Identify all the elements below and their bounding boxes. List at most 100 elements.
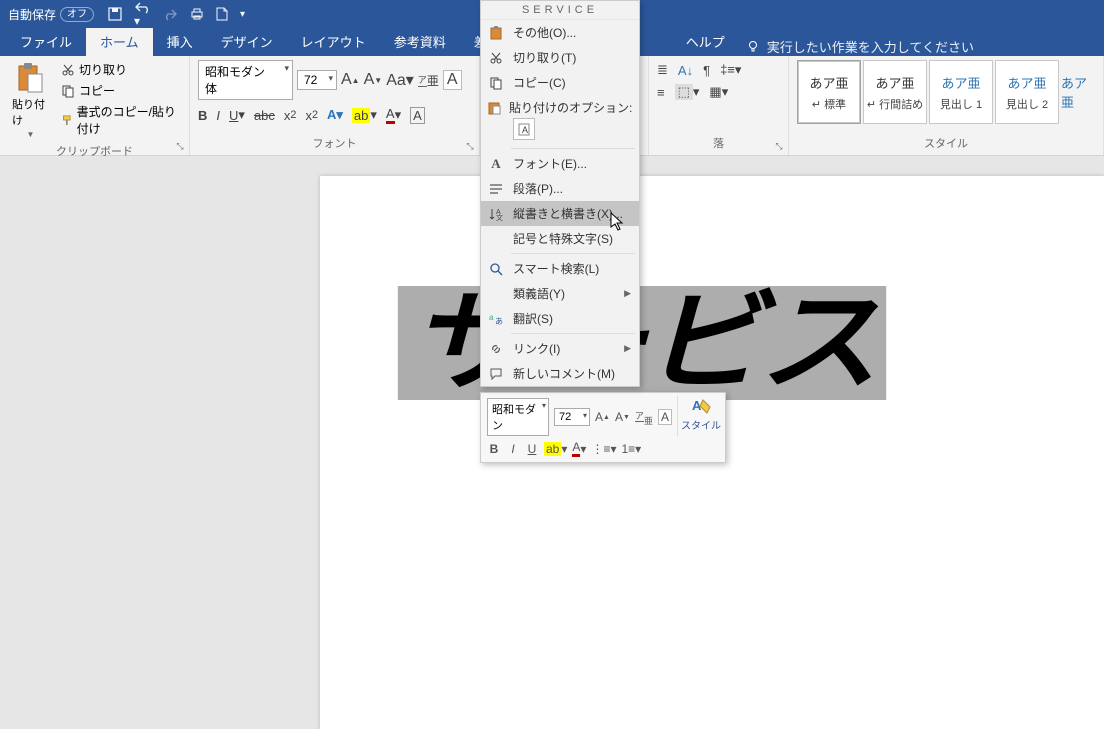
paragraph-group-label: 落 bbox=[657, 133, 780, 153]
cm-font[interactable]: A フォント(E)... bbox=[481, 151, 639, 176]
mini-italic[interactable]: I bbox=[506, 442, 520, 456]
tab-home[interactable]: ホーム bbox=[86, 27, 153, 56]
autosave-toggle[interactable]: オフ bbox=[60, 7, 94, 22]
paste-keep-source-icon[interactable]: A bbox=[513, 118, 535, 140]
italic-button[interactable]: I bbox=[216, 108, 220, 123]
quick-access-toolbar: ▾ ▾ bbox=[108, 0, 245, 28]
style-no-spacing[interactable]: あア亜 ↵ 行間詰め bbox=[863, 60, 927, 124]
tab-insert[interactable]: 挿入 bbox=[153, 27, 207, 56]
brush-icon bbox=[61, 113, 73, 127]
cm-paragraph[interactable]: 段落(P)... bbox=[481, 176, 639, 201]
mini-underline[interactable]: U bbox=[525, 442, 539, 456]
save-icon[interactable] bbox=[108, 7, 122, 21]
font-name-combo[interactable]: 昭和モダン体 bbox=[198, 60, 293, 100]
mini-grow-font[interactable]: A▲ bbox=[595, 410, 610, 424]
borders-button[interactable]: ▦▾ bbox=[709, 84, 728, 100]
qat-customize-icon[interactable]: ▾ bbox=[240, 9, 245, 20]
cm-translate-label: 翻訳(S) bbox=[513, 310, 631, 327]
sort-button[interactable]: A↓ bbox=[678, 63, 693, 78]
align-distributed-button[interactable]: ≣ bbox=[657, 62, 668, 78]
copy-button[interactable]: コピー bbox=[59, 81, 181, 100]
mini-shrink-font[interactable]: A▼ bbox=[615, 410, 630, 424]
bold-button[interactable]: B bbox=[198, 108, 207, 123]
tab-layout[interactable]: レイアウト bbox=[287, 27, 380, 56]
font-size-combo[interactable]: 72 bbox=[297, 70, 337, 90]
mini-numbering[interactable]: 1≡▾ bbox=[621, 442, 641, 456]
grow-font-button[interactable]: A▲ bbox=[341, 71, 360, 89]
strikethrough-button[interactable]: abc bbox=[254, 108, 275, 123]
translate-icon: aあ bbox=[487, 311, 505, 327]
scissors-icon bbox=[487, 50, 505, 66]
clipboard-dialog-launcher[interactable]: ⤡ bbox=[173, 139, 187, 153]
mini-clear-format[interactable]: A bbox=[658, 409, 672, 425]
group-styles: あア亜 ↵ 標準 あア亜 ↵ 行間詰め あア亜 見出し 1 あア亜 見出し 2 … bbox=[789, 56, 1104, 155]
cm-other[interactable]: その他(O)... bbox=[481, 20, 639, 45]
undo-icon[interactable]: ▾ bbox=[134, 0, 152, 28]
mini-bold[interactable]: B bbox=[487, 442, 501, 456]
mini-bullets[interactable]: ⋮≡▾ bbox=[591, 442, 616, 456]
cm-smart-lookup[interactable]: スマート検索(L) bbox=[481, 256, 639, 281]
format-painter-label: 書式のコピー/貼り付け bbox=[77, 103, 179, 137]
shading-button[interactable]: ⬚▾ bbox=[675, 84, 700, 100]
shrink-font-button[interactable]: A▼ bbox=[364, 71, 383, 89]
mini-highlight[interactable]: ab▾ bbox=[544, 442, 567, 456]
paste-icon bbox=[487, 100, 501, 116]
cm-synonyms[interactable]: 類義語(Y) ▶ bbox=[481, 281, 639, 306]
cut-button[interactable]: 切り取り bbox=[59, 60, 181, 79]
selected-text[interactable]: サービス bbox=[398, 286, 886, 400]
tab-file[interactable]: ファイル bbox=[6, 27, 86, 56]
submenu-arrow-icon: ▶ bbox=[624, 288, 631, 299]
mini-phonetic[interactable]: ア亜 bbox=[635, 408, 653, 426]
tell-me-search[interactable]: 実行したい作業を入力してください bbox=[747, 37, 974, 56]
mini-font-color[interactable]: A▾ bbox=[572, 440, 586, 457]
clear-formatting-button[interactable]: A bbox=[443, 70, 462, 90]
mini-font-combo[interactable]: 昭和モダン bbox=[487, 398, 549, 436]
cm-cut[interactable]: 切り取り(T) bbox=[481, 45, 639, 70]
tab-design[interactable]: デザイン bbox=[207, 27, 287, 56]
tab-references[interactable]: 参考資料 bbox=[380, 27, 460, 56]
line-spacing-button[interactable]: ‡≡▾ bbox=[720, 62, 741, 78]
change-case-button[interactable]: Aa▾ bbox=[386, 70, 414, 90]
cm-new-comment[interactable]: 新しいコメント(M) bbox=[481, 361, 639, 386]
paragraph-dialog-launcher[interactable]: ⤡ bbox=[772, 139, 786, 153]
print-icon[interactable] bbox=[190, 7, 204, 21]
align-right-button[interactable]: ≡ bbox=[657, 85, 665, 100]
cm-translate[interactable]: aあ 翻訳(S) bbox=[481, 306, 639, 331]
show-marks-button[interactable]: ¶ bbox=[703, 63, 710, 78]
cm-other-label: その他(O)... bbox=[513, 24, 631, 41]
phonetic-guide-button[interactable]: ア亜 bbox=[418, 71, 439, 89]
superscript-button[interactable]: x2 bbox=[305, 108, 318, 123]
subscript-button[interactable]: x2 bbox=[284, 108, 297, 123]
cm-header: SERVICE bbox=[481, 1, 639, 20]
text-effects-button[interactable]: A▾ bbox=[327, 107, 343, 123]
style-heading2[interactable]: あア亜 見出し 2 bbox=[995, 60, 1059, 124]
underline-button[interactable]: U▾ bbox=[229, 107, 245, 123]
style-heading1[interactable]: あア亜 見出し 1 bbox=[929, 60, 993, 124]
highlight-button[interactable]: ab▾ bbox=[352, 107, 377, 123]
cm-paste-options-row: A bbox=[481, 116, 639, 146]
style-preview: あア亜 bbox=[875, 73, 914, 92]
enclose-char-button[interactable]: A bbox=[410, 107, 425, 124]
cm-link[interactable]: リンク(I) ▶ bbox=[481, 336, 639, 361]
mini-size-combo[interactable]: 72 bbox=[554, 408, 590, 426]
cm-smart-lookup-label: スマート検索(L) bbox=[513, 260, 631, 277]
svg-text:A: A bbox=[522, 125, 528, 135]
format-painter-button[interactable]: 書式のコピー/貼り付け bbox=[59, 102, 181, 138]
font-dialog-launcher[interactable]: ⤡ bbox=[463, 139, 477, 153]
paragraph-icon bbox=[487, 181, 505, 197]
paste-button[interactable]: 貼り付け ▼ bbox=[8, 60, 53, 141]
style-heading3-partial[interactable]: あア亜 bbox=[1061, 60, 1091, 124]
autosave-control[interactable]: 自動保存 オフ bbox=[8, 6, 94, 23]
font-color-button[interactable]: A▾ bbox=[386, 106, 401, 124]
mini-styles-button[interactable]: A スタイル bbox=[681, 396, 721, 459]
style-normal[interactable]: あア亜 ↵ 標準 bbox=[797, 60, 861, 124]
style-preview: あア亜 bbox=[809, 73, 848, 92]
cm-paste-options-label: 貼り付けのオプション: bbox=[509, 99, 632, 116]
cm-symbols[interactable]: 記号と特殊文字(S) bbox=[481, 226, 639, 251]
link-icon bbox=[487, 341, 505, 357]
cm-text-direction[interactable]: A文 縦書きと横書き(X)... bbox=[481, 201, 639, 226]
cm-copy[interactable]: コピー(C) bbox=[481, 70, 639, 95]
paste-label: 貼り付け bbox=[12, 96, 49, 128]
new-document-icon[interactable] bbox=[216, 7, 228, 21]
tab-help[interactable]: ヘルプ bbox=[672, 27, 739, 56]
